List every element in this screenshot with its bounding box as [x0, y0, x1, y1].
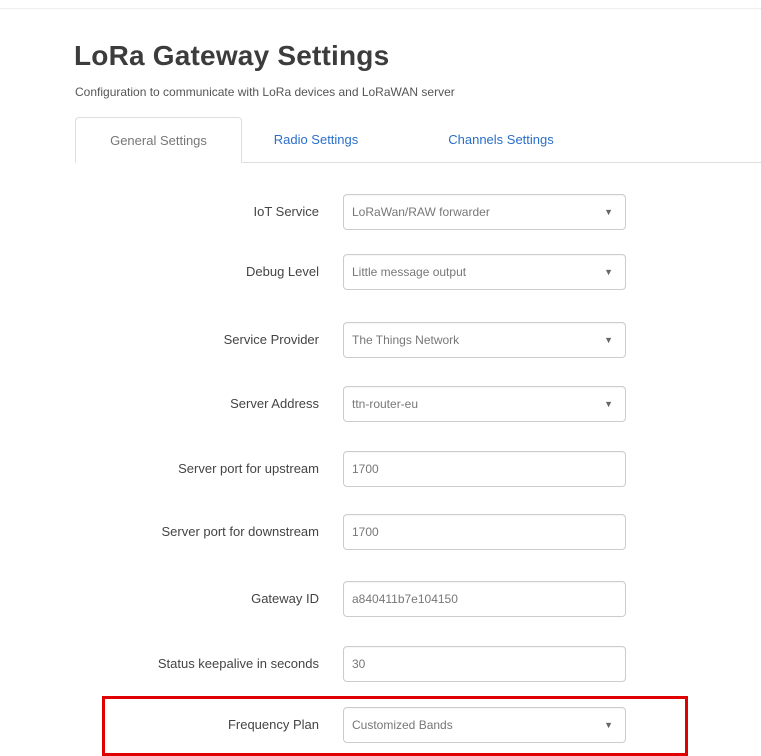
- server-address-value: ttn-router-eu: [352, 397, 419, 411]
- upstream-port-label: Server port for upstream: [178, 461, 319, 476]
- tab-channels-settings[interactable]: Channels Settings: [431, 117, 571, 162]
- form-row-keepalive: Status keepalive in seconds 30: [0, 646, 761, 682]
- page-description: Configuration to communicate with LoRa d…: [75, 85, 455, 99]
- downstream-port-value: 1700: [352, 525, 379, 539]
- chevron-down-icon: ▼: [604, 335, 613, 345]
- downstream-port-input[interactable]: 1700: [343, 514, 626, 550]
- keepalive-label: Status keepalive in seconds: [157, 656, 319, 671]
- downstream-port-label: Server port for downstream: [161, 524, 319, 539]
- chevron-down-icon: ▼: [604, 207, 613, 217]
- tab-general-settings[interactable]: General Settings: [75, 117, 242, 163]
- top-divider: [0, 8, 761, 9]
- upstream-port-value: 1700: [352, 462, 379, 476]
- gateway-id-input[interactable]: a840411b7e104150: [343, 581, 626, 617]
- debug-level-value: Little message output: [352, 265, 467, 279]
- form-row-gateway-id: Gateway ID a840411b7e104150: [0, 581, 761, 617]
- debug-level-label: Debug Level: [246, 264, 319, 279]
- server-address-label: Server Address: [230, 396, 319, 411]
- form-row-upstream-port: Server port for upstream 1700: [0, 451, 761, 487]
- chevron-down-icon: ▼: [604, 267, 613, 277]
- debug-level-select[interactable]: Little message output ▼: [343, 254, 626, 290]
- settings-tabs: General Settings Radio Settings Channels…: [75, 117, 761, 163]
- keepalive-input[interactable]: 30: [343, 646, 626, 682]
- form-row-service-provider: Service Provider The Things Network ▼: [0, 322, 761, 358]
- iot-service-label: IoT Service: [253, 204, 319, 219]
- page-title: LoRa Gateway Settings: [74, 40, 390, 71]
- form-row-debug-level: Debug Level Little message output ▼: [0, 254, 761, 290]
- iot-service-select[interactable]: LoRaWan/RAW forwarder ▼: [343, 194, 626, 230]
- service-provider-select[interactable]: The Things Network ▼: [343, 322, 626, 358]
- service-provider-value: The Things Network: [352, 333, 460, 347]
- server-address-select[interactable]: ttn-router-eu ▼: [343, 386, 626, 422]
- form-row-server-address: Server Address ttn-router-eu ▼: [0, 386, 761, 422]
- upstream-port-input[interactable]: 1700: [343, 451, 626, 487]
- gateway-id-value: a840411b7e104150: [352, 592, 458, 606]
- service-provider-label: Service Provider: [223, 332, 319, 347]
- tab-radio-settings[interactable]: Radio Settings: [271, 117, 361, 162]
- form-row-downstream-port: Server port for downstream 1700: [0, 514, 761, 550]
- iot-service-value: LoRaWan/RAW forwarder: [352, 205, 490, 219]
- gateway-id-label: Gateway ID: [251, 591, 319, 606]
- keepalive-value: 30: [352, 657, 366, 671]
- chevron-down-icon: ▼: [604, 399, 613, 409]
- frequency-plan-highlight: [102, 696, 688, 756]
- form-row-iot-service: IoT Service LoRaWan/RAW forwarder ▼: [0, 194, 761, 230]
